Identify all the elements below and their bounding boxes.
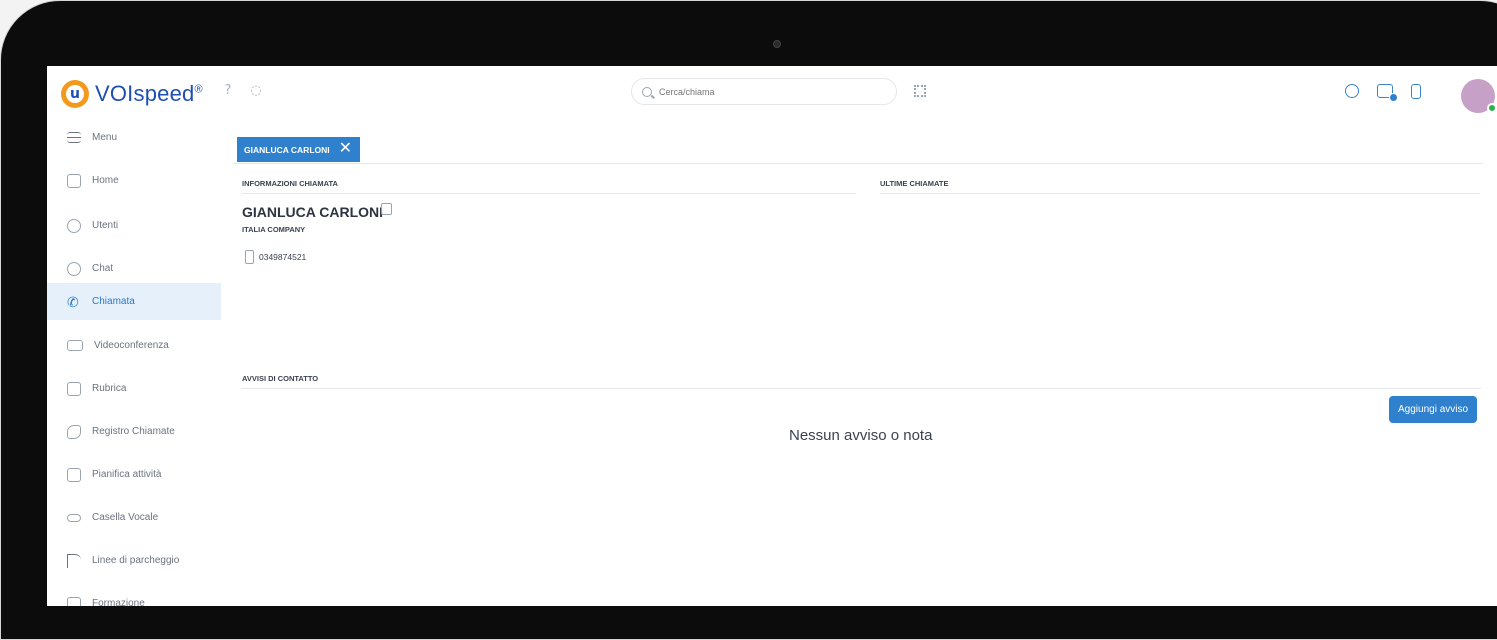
close-icon[interactable]: ✕ (339, 141, 353, 157)
sidebar-item-label: Menu (92, 132, 118, 143)
avatar[interactable] (1461, 79, 1497, 113)
desk-phone-status-icon (1389, 93, 1398, 102)
brand-name: VOIspeed (95, 81, 195, 106)
headset-icon[interactable] (1345, 84, 1359, 98)
sidebar-item-registro-chiamate[interactable]: Registro Chiamate (47, 413, 221, 450)
phone-number[interactable]: 0349874521 (259, 252, 306, 262)
sidebar-item-label: Rubrica (92, 383, 127, 394)
sidebar-item-label: Pianifica attività (92, 469, 162, 480)
home-icon (67, 173, 81, 188)
menu-icon (67, 132, 81, 143)
sidebar-item-label: Casella Vocale (92, 512, 159, 523)
call-info-divider (241, 193, 856, 194)
sidebar-item-label: Chat (92, 263, 114, 274)
sidebar-item-videoconferenza[interactable]: Videoconferenza (47, 327, 221, 364)
sidebar-item-rubrica[interactable]: Rubrica (47, 370, 221, 407)
voicemail-icon (67, 513, 81, 522)
search-bar[interactable] (631, 78, 897, 105)
tab-contact[interactable]: GIANLUCA CARLONI ✕ (237, 137, 360, 162)
sidebar-item-linee-di-parcheggio[interactable]: Linee di parcheggio (47, 542, 221, 579)
add-notice-button[interactable]: Aggiungi avviso (1389, 396, 1478, 423)
sidebar-item-home[interactable]: Home (47, 162, 221, 199)
training-icon (67, 596, 81, 606)
app-screen: u VOIspeed® ? ◌ Menu Home Utenti (47, 66, 1497, 606)
sidebar-item-label: Formazione (92, 598, 145, 606)
sidebar-item-menu[interactable]: Menu (47, 119, 221, 156)
users-icon (67, 218, 81, 233)
sidebar-item-label: Registro Chiamate (92, 426, 175, 437)
help-icon[interactable]: ? (219, 82, 237, 100)
video-icon (67, 340, 83, 351)
notices-divider (241, 388, 1481, 389)
sidebar-item-label: Utenti (92, 220, 119, 231)
mobile-icon[interactable] (1411, 84, 1421, 99)
sidebar-item-casella-vocale[interactable]: Casella Vocale (47, 499, 221, 536)
sidebar-item-formazione[interactable]: Formazione (47, 585, 221, 606)
sidebar-item-label: Home (92, 175, 119, 186)
company-name: ITALIA COMPANY (242, 225, 306, 234)
phone-icon: ✆ (67, 293, 79, 310)
sidebar-item-pianifica-attivita[interactable]: Pianifica attività (47, 456, 221, 493)
tab-divider (233, 163, 1483, 164)
presence-status-icon (1487, 103, 1497, 113)
recent-calls-header: ULTIME CHIAMATE (880, 179, 949, 188)
sidebar-item-utenti[interactable]: Utenti (47, 207, 221, 244)
call-log-icon (67, 424, 81, 439)
contacts-icon (67, 381, 81, 396)
calendar-icon (67, 467, 81, 482)
bell-icon[interactable]: ◌ (247, 82, 265, 100)
brand-mark: ® (194, 83, 203, 96)
parking-icon (67, 553, 81, 568)
copy-icon[interactable] (381, 203, 392, 215)
sidebar-item-chiamata[interactable]: ✆ Chiamata (47, 283, 221, 320)
call-panel: GIANLUCA CARLONI ✕ INFORMAZIONI CHIAMATA… (233, 134, 1493, 604)
sidebar: Menu Home Utenti Chat ✆ Chiamata Videoco… (47, 119, 221, 606)
logo-icon: u (61, 80, 89, 108)
search-icon (642, 86, 652, 97)
search-input[interactable] (659, 86, 859, 97)
call-info-header: INFORMAZIONI CHIAMATA (242, 179, 338, 188)
camera-icon (773, 40, 781, 48)
top-bar: u VOIspeed® ? ◌ (47, 66, 1497, 119)
chat-icon (67, 261, 81, 276)
sidebar-item-chat[interactable]: Chat (47, 250, 221, 287)
logo[interactable]: u VOIspeed® (61, 80, 203, 108)
tab-label: GIANLUCA CARLONI (244, 144, 330, 155)
recent-calls-divider (880, 193, 1480, 194)
sidebar-item-label: Linee di parcheggio (92, 555, 180, 566)
mobile-phone-icon (245, 250, 254, 264)
sidebar-item-label: Chiamata (92, 296, 135, 307)
notices-header: AVVISI DI CONTATTO (242, 374, 319, 383)
qr-code-icon[interactable] (914, 85, 926, 97)
empty-notices-message: Nessun avviso o nota (789, 427, 933, 444)
sidebar-item-label: Videoconferenza (94, 340, 169, 351)
contact-name: GIANLUCA CARLONI (242, 204, 384, 220)
